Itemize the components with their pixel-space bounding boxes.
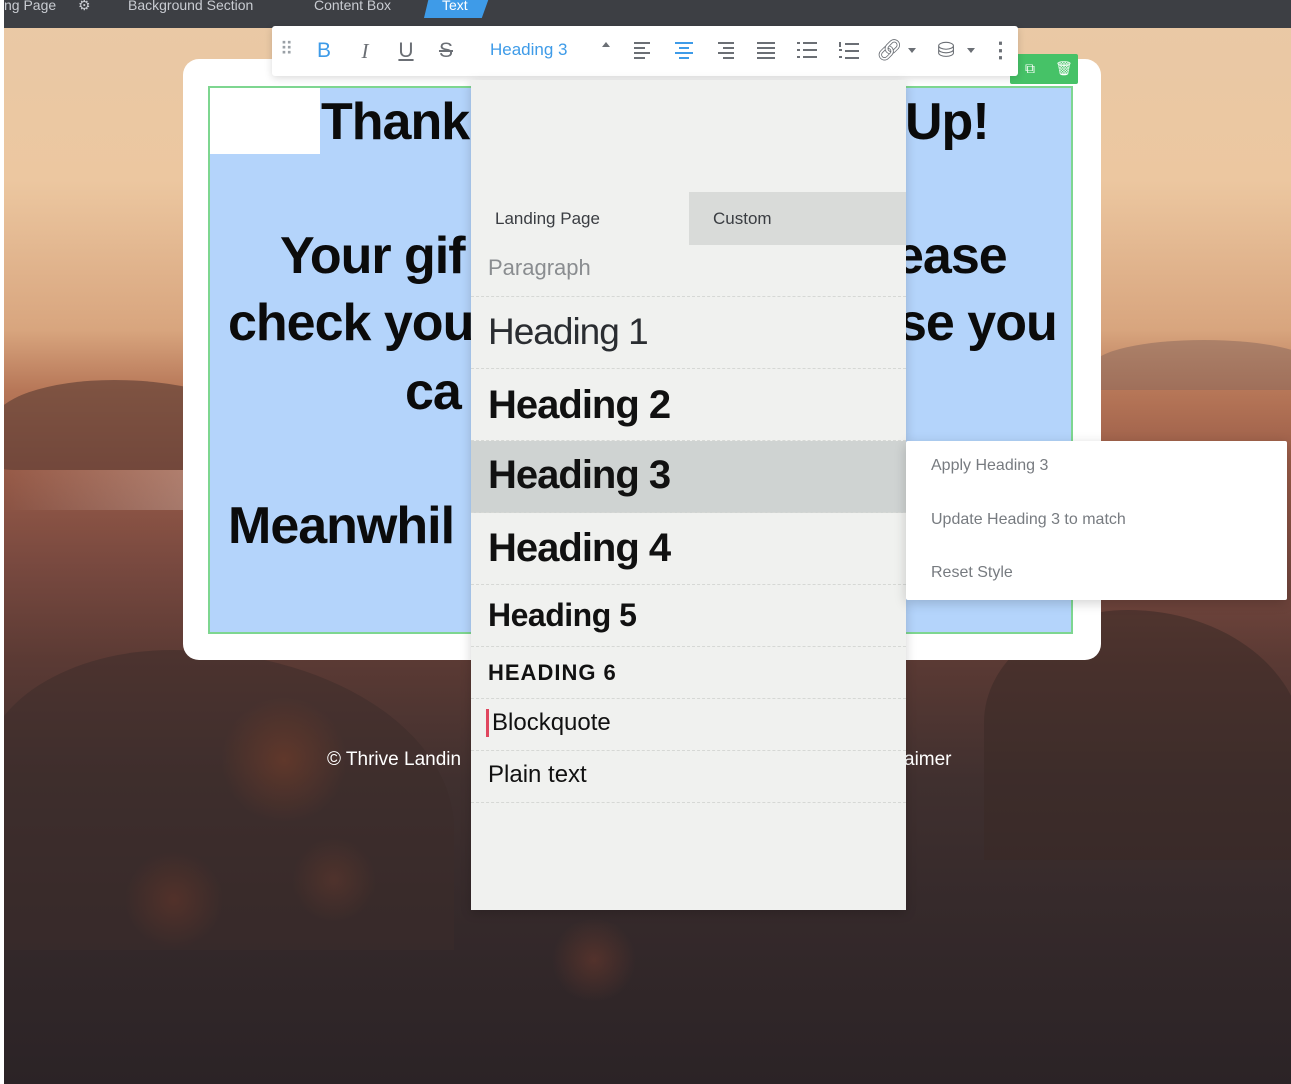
footer-disclaimer-link[interactable]: aimer <box>904 749 952 771</box>
selection-gap <box>210 88 320 154</box>
style-item-plain-text[interactable]: Plain text <box>471 751 906 803</box>
landing-page-background: ng Page ⚙ Background Section Content Box… <box>4 0 1291 1084</box>
trash-icon[interactable]: 🗑 <box>1055 61 1073 75</box>
gear-icon[interactable]: ⚙ <box>78 0 91 14</box>
strikethrough-button[interactable]: S <box>436 40 456 62</box>
text-toolbar: ⠿ B I U S Heading 3 🔗︎ ⛁ ⋮ <box>272 26 1018 76</box>
breadcrumb-landing-page[interactable]: ng Page <box>4 0 56 18</box>
breadcrumb-background-section[interactable]: Background Section <box>128 0 253 18</box>
more-options-icon[interactable]: ⋮ <box>990 40 1011 62</box>
body-line: se you <box>898 294 1058 352</box>
style-item-heading-4[interactable]: Heading 4 <box>471 513 906 585</box>
body-line: Your gif <box>280 227 466 285</box>
database-icon[interactable]: ⛁ <box>934 40 958 62</box>
align-center-icon[interactable] <box>675 42 693 59</box>
breadcrumb-content-box[interactable]: Content Box <box>314 0 391 18</box>
footer-copyright: © Thrive Landin <box>327 749 462 770</box>
style-item-heading-1[interactable]: Heading 1 <box>471 297 906 369</box>
heading-line: Thank <box>321 93 470 151</box>
align-left-icon[interactable] <box>634 42 652 59</box>
bold-button[interactable]: B <box>314 40 334 62</box>
style-item-heading-5[interactable]: Heading 5 <box>471 585 906 647</box>
breadcrumb-text[interactable]: Text <box>424 0 490 18</box>
style-item-heading-2[interactable]: Heading 2 <box>471 369 906 441</box>
chevron-down-icon[interactable] <box>967 48 975 53</box>
body-line: ca <box>405 363 462 421</box>
italic-button[interactable]: I <box>355 40 375 62</box>
reset-style-menu-item[interactable]: Reset Style <box>931 564 1013 582</box>
tab-custom[interactable]: Custom <box>689 192 906 245</box>
breadcrumb: ng Page ⚙ Background Section Content Box… <box>4 0 1291 28</box>
tab-landing-page[interactable]: Landing Page <box>495 192 689 245</box>
rock-bottom-left <box>4 650 454 950</box>
heading-line: Up! <box>905 93 990 151</box>
numbered-list-icon[interactable] <box>839 42 859 59</box>
duplicate-icon[interactable]: ⧉ <box>1025 61 1035 75</box>
underline-button[interactable]: U <box>396 40 416 62</box>
drag-handle-icon[interactable]: ⠿ <box>280 38 293 60</box>
text-style-dropdown: Landing Page Custom Paragraph Heading 1 … <box>471 80 906 910</box>
link-icon[interactable]: 🔗︎ <box>876 40 903 62</box>
body-line: ease <box>895 227 1008 285</box>
style-item-heading-6[interactable]: HEADING 6 <box>471 647 906 699</box>
align-justify-icon[interactable] <box>757 42 775 59</box>
update-style-menu-item[interactable]: Update Heading 3 to match <box>931 511 1126 529</box>
bullet-list-icon[interactable] <box>797 42 817 58</box>
body-line: Meanwhil <box>228 497 455 555</box>
caret-up-icon[interactable] <box>602 42 610 47</box>
style-item-heading-3[interactable]: Heading 3 <box>471 441 906 513</box>
heading-select[interactable]: Heading 3 <box>490 39 568 61</box>
body-line: check you <box>228 294 474 352</box>
element-actions: ⧉ 🗑 <box>1010 54 1078 84</box>
apply-style-menu-item[interactable]: Apply Heading 3 <box>931 457 1048 475</box>
chevron-down-icon[interactable] <box>908 48 916 53</box>
style-item-paragraph[interactable]: Paragraph <box>471 245 906 297</box>
rock-right-far <box>1094 340 1291 390</box>
style-context-menu: Apply Heading 3 Update Heading 3 to matc… <box>906 441 1287 600</box>
align-right-icon[interactable] <box>716 42 734 59</box>
style-item-blockquote[interactable]: Blockquote <box>471 699 906 751</box>
